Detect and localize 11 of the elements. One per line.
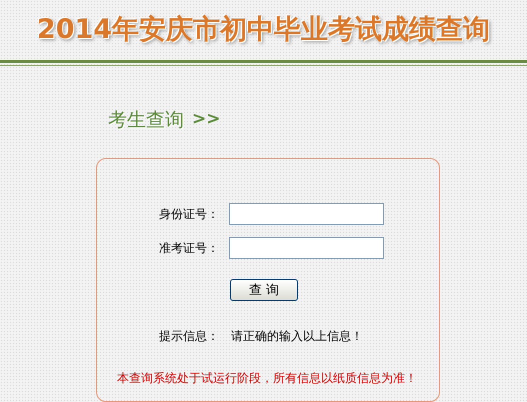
field-label: 身份证号： — [159, 206, 220, 224]
hint-label: 提示信息： — [159, 328, 219, 346]
field-label: 准考证号： — [159, 240, 220, 258]
notice-text: 本查询系统处于试运行阶段，所有信息以纸质信息为准！ — [117, 370, 418, 388]
arrow-text: >> — [192, 108, 220, 132]
query-button[interactable]: 查 询 — [230, 279, 298, 302]
input-field[interactable] — [229, 203, 384, 226]
section-title: 考生查询 — [108, 108, 184, 133]
hint-text: 请正确的输入以上信息！ — [231, 328, 363, 346]
page-title: 2014年安庆市初中毕业考试成绩查询 — [36, 12, 490, 47]
input-field[interactable] — [229, 237, 384, 260]
